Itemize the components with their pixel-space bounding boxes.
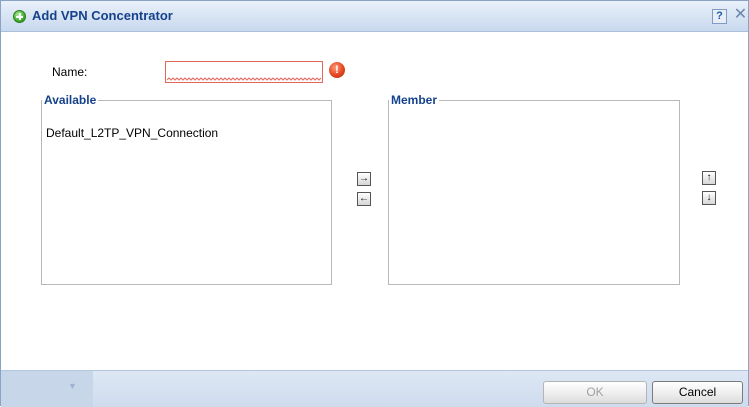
close-icon[interactable]: ✕ xyxy=(733,7,748,23)
move-up-button[interactable]: ↑ xyxy=(702,171,716,185)
member-list[interactable] xyxy=(393,125,675,280)
list-item[interactable]: Default_L2TP_VPN_Connection xyxy=(46,125,327,141)
member-legend: Member xyxy=(391,93,438,107)
member-group: Member xyxy=(388,93,680,285)
move-down-button[interactable]: ↓ xyxy=(702,191,716,205)
ok-button[interactable]: OK xyxy=(543,381,647,404)
name-label: Name: xyxy=(52,65,88,79)
add-circle-icon xyxy=(13,10,26,23)
dialog-footer: ▼ OK Cancel xyxy=(1,370,748,407)
chevron-down-icon[interactable]: ▼ xyxy=(68,381,77,391)
footer-left-panel: ▼ xyxy=(1,371,93,407)
add-to-member-button[interactable]: → xyxy=(357,172,371,186)
dialog-titlebar[interactable]: Add VPN Concentrator ? ✕ xyxy=(1,1,748,32)
help-icon[interactable]: ? xyxy=(712,9,727,24)
name-input[interactable] xyxy=(165,61,323,83)
cancel-button[interactable]: Cancel xyxy=(652,381,743,404)
available-group: Available Default_L2TP_VPN_Connection xyxy=(41,93,332,285)
dialog-title: Add VPN Concentrator xyxy=(32,8,173,23)
available-legend: Available xyxy=(44,93,97,107)
add-vpn-concentrator-dialog: Add VPN Concentrator ? ✕ Name: ! Availab… xyxy=(0,0,749,407)
remove-from-member-button[interactable]: ← xyxy=(357,192,371,206)
available-list[interactable]: Default_L2TP_VPN_Connection xyxy=(46,125,327,280)
error-alert-icon: ! xyxy=(329,62,345,78)
